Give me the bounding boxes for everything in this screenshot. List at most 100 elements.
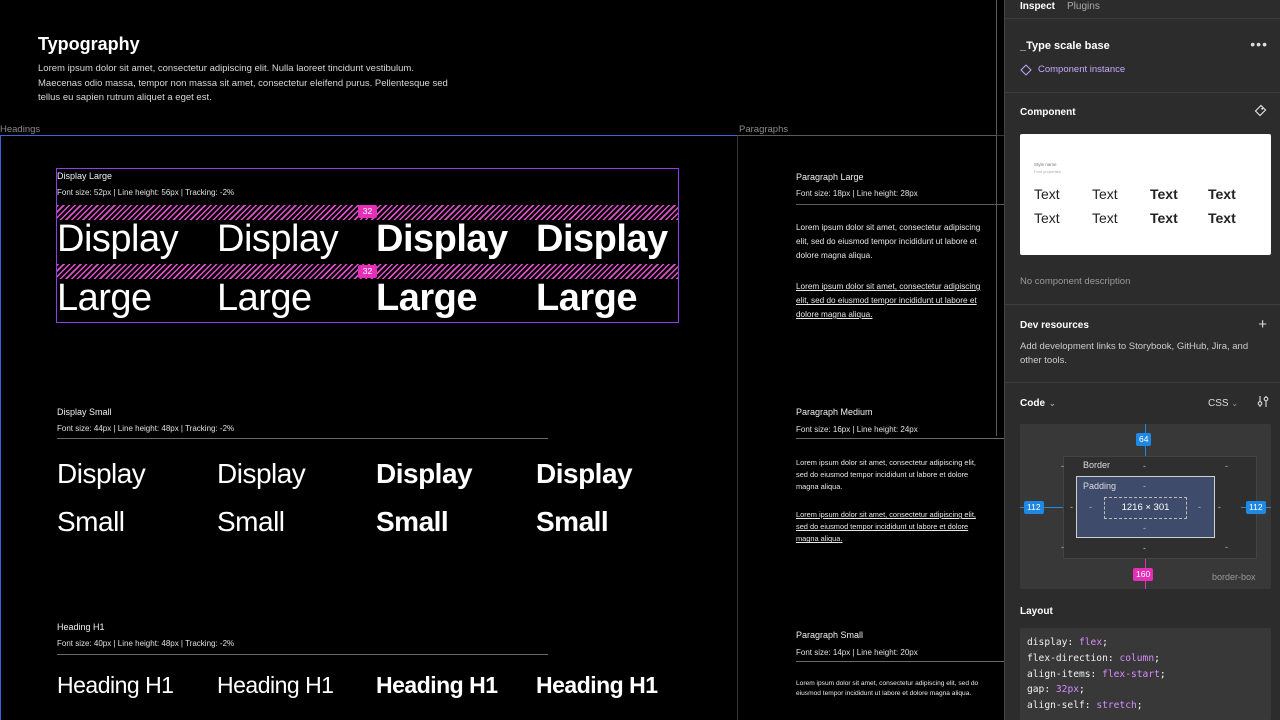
box-model: Border - - - - - - - - Padding - - - - 1… (1020, 424, 1271, 589)
padding-bottom-value: - (1143, 523, 1146, 533)
divider (1005, 382, 1280, 383)
sample-display-large-regular-2: Large (57, 277, 152, 319)
detach-icon[interactable] (1254, 104, 1267, 120)
tab-inspect[interactable]: Inspect (1020, 1, 1055, 12)
border-right-value: - (1218, 502, 1221, 512)
style-meta-display-small: Font size: 44px | Line height: 48px | Tr… (57, 424, 235, 433)
code-line: display: flex; (1027, 637, 1108, 648)
plus-icon[interactable]: + (1258, 316, 1267, 333)
padding-left-value: - (1089, 502, 1092, 512)
sample-display-large-regular: Display (57, 218, 179, 260)
preview-style-name: Style name (1034, 162, 1057, 167)
code-section-toggle[interactable]: Code ⌄ (1020, 398, 1056, 409)
page-title: Typography (38, 34, 140, 54)
divider-display-small (57, 438, 548, 439)
style-meta-display-large: Font size: 52px | Line height: 56px | Tr… (57, 188, 235, 197)
style-meta-paragraph-large: Font size: 18px | Line height: 28px (796, 189, 918, 198)
style-name-heading-h1: Heading H1 (57, 622, 105, 632)
style-name-paragraph-large: Paragraph Large (796, 172, 864, 182)
divider (1005, 92, 1280, 93)
sample-display-small-regular-2: Small (57, 506, 125, 537)
frame-label-paragraphs[interactable]: Paragraphs (739, 124, 788, 135)
chevron-down-icon: ⌄ (1231, 399, 1239, 408)
divider-paragraph-medium (796, 438, 1004, 439)
paragraph-large-link[interactable]: Lorem ipsum dolor sit amet, consectetur … (796, 280, 982, 322)
component-instance-link[interactable]: Component instance (1020, 63, 1126, 76)
component-name: _Type scale base (1020, 40, 1110, 52)
paragraph-medium-link[interactable]: Lorem ipsum dolor sit amet, consectetur … (796, 509, 986, 546)
intro-paragraph: Lorem ipsum dolor sit amet, consectetur … (38, 63, 448, 103)
guide-line-top (737, 135, 997, 136)
preview-text: Text (1208, 210, 1236, 226)
sample-heading-h1-regular: Heading H1 (57, 672, 174, 698)
border-top-value: - (1143, 461, 1146, 471)
sliders-icon[interactable] (1257, 395, 1269, 411)
sample-heading-h1-semibold: Heading H1 (376, 672, 498, 698)
border-label: Border (1083, 460, 1111, 470)
border-bottom-value: - (1143, 543, 1146, 553)
margin-dash: - (1061, 542, 1064, 552)
section-title-layout: Layout (1020, 606, 1053, 617)
border-left-value: - (1070, 502, 1073, 512)
padding-right-value: - (1198, 502, 1201, 512)
sample-display-large-medium-2: Large (217, 277, 312, 319)
paragraph-large-text: Lorem ipsum dolor sit amet, consectetur … (796, 223, 981, 260)
preview-text: Text (1092, 210, 1118, 226)
preview-text: Text (1150, 210, 1178, 226)
style-name-display-large: Display Large (57, 171, 113, 181)
sample-display-large-bold: Display (536, 218, 668, 260)
preview-font-properties: Font properties (1034, 169, 1061, 174)
divider-heading-h1 (57, 654, 548, 655)
component-instance-label: Component instance (1038, 64, 1126, 75)
preview-text: Text (1034, 210, 1060, 226)
sample-display-small-semibold: Display (376, 458, 473, 489)
sample-display-large-semibold-2: Large (376, 277, 477, 319)
margin-right-value[interactable]: 112 (1246, 501, 1266, 514)
sample-display-large-bold-2: Large (536, 277, 637, 319)
frame-label-headings[interactable]: Headings (0, 124, 40, 135)
margin-left-value[interactable]: 112 (1024, 501, 1044, 514)
margin-dash: - (1225, 542, 1228, 552)
section-title-component: Component (1020, 107, 1076, 118)
divider-paragraph-small (796, 661, 1004, 662)
more-icon[interactable]: ••• (1250, 36, 1268, 52)
sample-display-small-semibold-2: Small (376, 506, 449, 537)
dev-resources-text: Add development links to Storybook, GitH… (1020, 341, 1249, 366)
style-meta-heading-h1: Font size: 40px | Line height: 48px | Tr… (57, 639, 235, 648)
sample-display-small-regular: Display (57, 458, 146, 489)
preview-text: Text (1034, 186, 1060, 202)
sample-display-small-bold: Display (536, 458, 633, 489)
layout-code-block[interactable]: display: flex; flex-direction: column; a… (1020, 628, 1271, 720)
style-meta-paragraph-medium: Font size: 16px | Line height: 24px (796, 425, 918, 434)
code-line: gap: 32px; (1027, 684, 1085, 696)
design-canvas[interactable]: Typography Lorem ipsum dolor sit amet, c… (0, 0, 1004, 720)
margin-bottom-value[interactable]: 160 (1133, 568, 1154, 581)
diamond-icon (1020, 63, 1032, 76)
panel-tabs: Inspect Plugins (1020, 1, 1100, 12)
margin-dash: - (1061, 461, 1064, 471)
tab-plugins[interactable]: Plugins (1067, 1, 1100, 12)
sample-heading-h1-medium: Heading H1 (217, 672, 334, 698)
guide-line-mid (796, 204, 1004, 205)
style-name-paragraph-small: Paragraph Small (796, 630, 864, 640)
style-meta-paragraph-small: Font size: 14px | Line height: 20px (796, 648, 918, 657)
content-size: 1216 × 301 (1104, 497, 1187, 519)
preview-text: Text (1208, 186, 1236, 202)
section-title-code: Code (1020, 398, 1045, 409)
paragraph-medium-text: Lorem ipsum dolor sit amet, consectetur … (796, 458, 976, 492)
style-name-paragraph-medium: Paragraph Medium (796, 407, 873, 417)
code-line: flex-direction: column; (1027, 652, 1160, 664)
language-select[interactable]: CSS ⌄ (1208, 398, 1238, 409)
margin-top-value[interactable]: 64 (1136, 433, 1152, 446)
spacing-badge-mid: 32 (358, 265, 377, 278)
paragraph-small-text: Lorem ipsum dolor sit amet, consectetur … (796, 680, 979, 698)
divider (1005, 18, 1280, 19)
code-line: align-items: flex-start; (1027, 668, 1166, 680)
preview-text: Text (1150, 186, 1178, 202)
padding-top-value: - (1143, 481, 1146, 491)
component-preview[interactable]: Style name Font properties Text Text Tex… (1020, 134, 1271, 255)
sample-display-small-medium-2: Small (217, 506, 285, 537)
guide-line-vertical (996, 0, 997, 436)
component-description: No component description (1020, 276, 1131, 287)
margin-dash: - (1225, 461, 1228, 471)
